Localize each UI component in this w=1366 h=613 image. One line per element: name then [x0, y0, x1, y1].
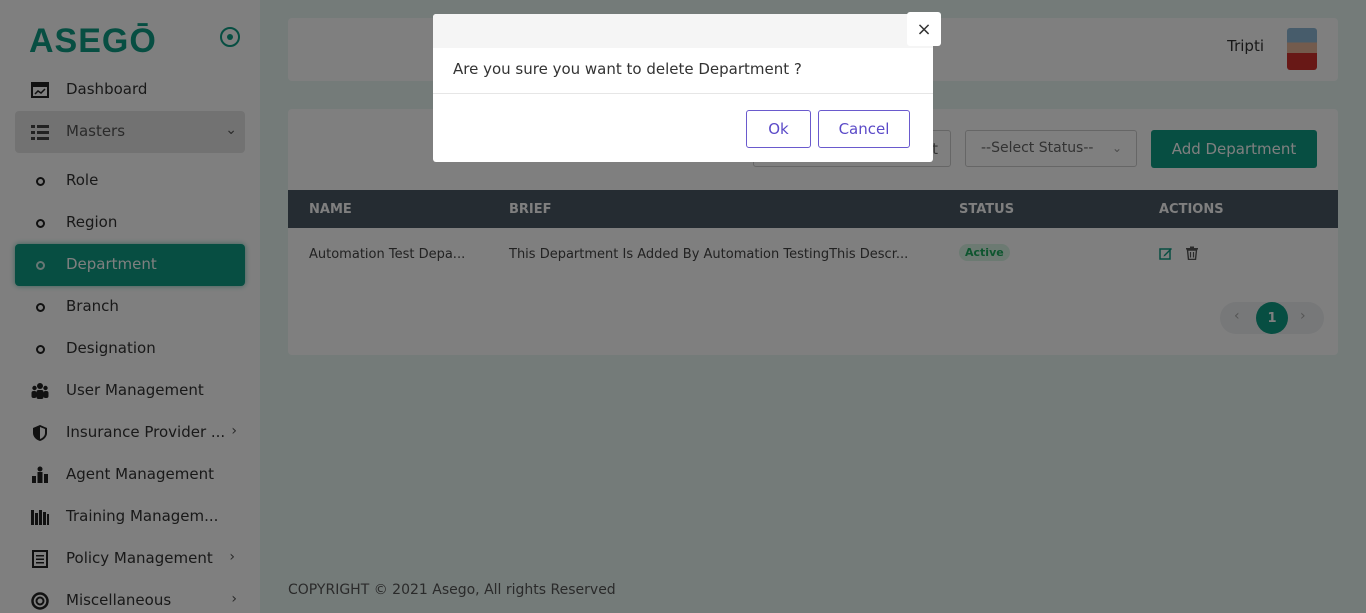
modal-header [433, 14, 933, 48]
close-icon[interactable]: × [907, 12, 941, 46]
delete-confirm-dialog: Are you sure you want to delete Departme… [433, 14, 933, 162]
modal-body: Are you sure you want to delete Departme… [433, 48, 933, 94]
modal-message: Are you sure you want to delete Departme… [453, 60, 802, 78]
ok-button[interactable]: Ok [746, 110, 811, 148]
cancel-button[interactable]: Cancel [818, 110, 910, 148]
